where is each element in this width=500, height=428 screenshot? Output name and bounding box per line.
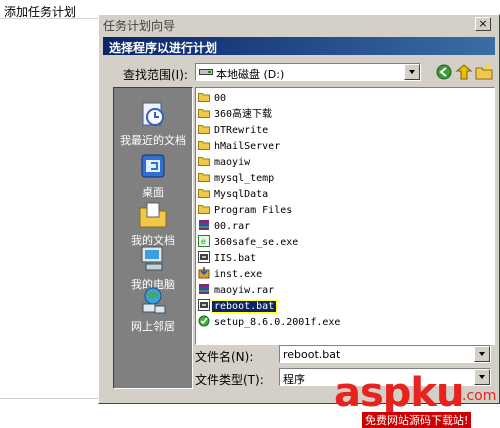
- wizard-title: 任务计划向导: [103, 19, 176, 33]
- list-item[interactable]: IIS.bat: [198, 251, 258, 265]
- drive-icon: [199, 69, 213, 75]
- folder-icon: [198, 189, 210, 198]
- filename-dropdown-arrow[interactable]: [474, 346, 490, 362]
- place-label: 我最近的文档: [120, 134, 186, 147]
- look-in-label: 查找范围(I):: [123, 68, 188, 82]
- my-documents-icon: [139, 202, 167, 228]
- svg-text:e: e: [201, 237, 206, 246]
- filetype-value: 程序: [283, 373, 305, 386]
- rar-file-icon: [199, 220, 209, 230]
- close-button[interactable]: ×: [475, 17, 491, 31]
- filename-value: reboot.bat: [283, 348, 341, 361]
- list-item[interactable]: MysqlData: [198, 187, 270, 201]
- place-label: 桌面: [142, 186, 164, 199]
- folder-icon: [198, 125, 210, 134]
- new-folder-icon[interactable]: [475, 63, 493, 81]
- list-item[interactable]: DTRewrite: [198, 123, 270, 137]
- setup-exe-icon: [198, 315, 210, 327]
- up-folder-icon[interactable]: [455, 63, 473, 81]
- list-item[interactable]: 360高速下载: [198, 107, 274, 121]
- list-item[interactable]: inst.exe: [198, 267, 264, 281]
- place-recent-documents[interactable]: 我最近的文档: [114, 100, 192, 148]
- list-item[interactable]: mysql_temp: [198, 171, 276, 185]
- background-divider: [0, 18, 98, 19]
- open-dialog-title-bar: 选择程序以进行计划: [103, 37, 495, 55]
- folder-icon: [198, 141, 210, 150]
- task-wizard-dialog: 任务计划向导 × 选择程序以进行计划 查找范围(I): 本地磁盘 (D:) 我最…: [98, 14, 500, 404]
- installer-icon: [198, 267, 210, 279]
- watermark-suffix: .com: [462, 388, 497, 404]
- place-label: 网上邻居: [131, 320, 175, 333]
- list-item[interactable]: Program Files: [198, 203, 294, 217]
- folder-icon: [198, 157, 210, 166]
- list-item[interactable]: maoyiw.rar: [198, 283, 276, 297]
- list-item[interactable]: 00: [198, 91, 228, 105]
- watermark-main: aspku: [334, 370, 465, 416]
- list-item[interactable]: setup_8.6.0.2001f.exe: [198, 315, 342, 329]
- open-dialog-title: 选择程序以进行计划: [109, 41, 218, 55]
- filetype-label: 文件类型(T):: [195, 373, 264, 387]
- folder-icon: [198, 205, 210, 214]
- filename-label: 文件名(N):: [195, 350, 254, 364]
- exe-file-icon: e: [198, 235, 210, 247]
- close-icon: ×: [478, 17, 488, 30]
- bat-file-icon: [198, 251, 210, 263]
- folder-icon: [198, 109, 210, 118]
- list-item[interactable]: hMailServer: [198, 139, 282, 153]
- look-in-dropdown[interactable]: 本地磁盘 (D:): [195, 63, 421, 81]
- file-list[interactable]: 00 360高速下载 DTRewrite hMailServer maoyiw …: [195, 87, 495, 345]
- list-item[interactable]: 00.rar: [198, 219, 252, 233]
- wizard-title-bar: 任务计划向导 ×: [99, 15, 499, 33]
- rar-file-icon: [199, 284, 209, 294]
- place-my-computer[interactable]: 我的电脑: [114, 244, 192, 292]
- places-bar: 我最近的文档 桌面 我的文档 我的电脑 网上邻居: [113, 87, 193, 389]
- list-item[interactable]: e 360safe_se.exe: [198, 235, 300, 249]
- my-computer-icon: [141, 246, 163, 271]
- place-network[interactable]: 网上邻居: [114, 286, 192, 334]
- place-my-documents[interactable]: 我的文档: [114, 200, 192, 248]
- watermark-logo: aspku .com 免费网站源码下载站!: [334, 370, 500, 428]
- filename-combo[interactable]: reboot.bat: [279, 345, 491, 363]
- desktop-icon: [141, 154, 165, 178]
- look-in-value: 本地磁盘 (D:): [216, 68, 285, 81]
- folder-icon: [198, 93, 210, 102]
- place-desktop[interactable]: 桌面: [114, 152, 192, 200]
- bat-file-icon: [198, 299, 210, 311]
- recent-documents-icon: [142, 102, 164, 126]
- look-in-dropdown-arrow[interactable]: [404, 64, 420, 80]
- network-places-icon: [142, 287, 166, 314]
- back-icon[interactable]: [435, 63, 453, 81]
- list-item-selected[interactable]: reboot.bat: [198, 299, 278, 313]
- folder-icon: [198, 173, 210, 182]
- list-item[interactable]: maoyiw: [198, 155, 252, 169]
